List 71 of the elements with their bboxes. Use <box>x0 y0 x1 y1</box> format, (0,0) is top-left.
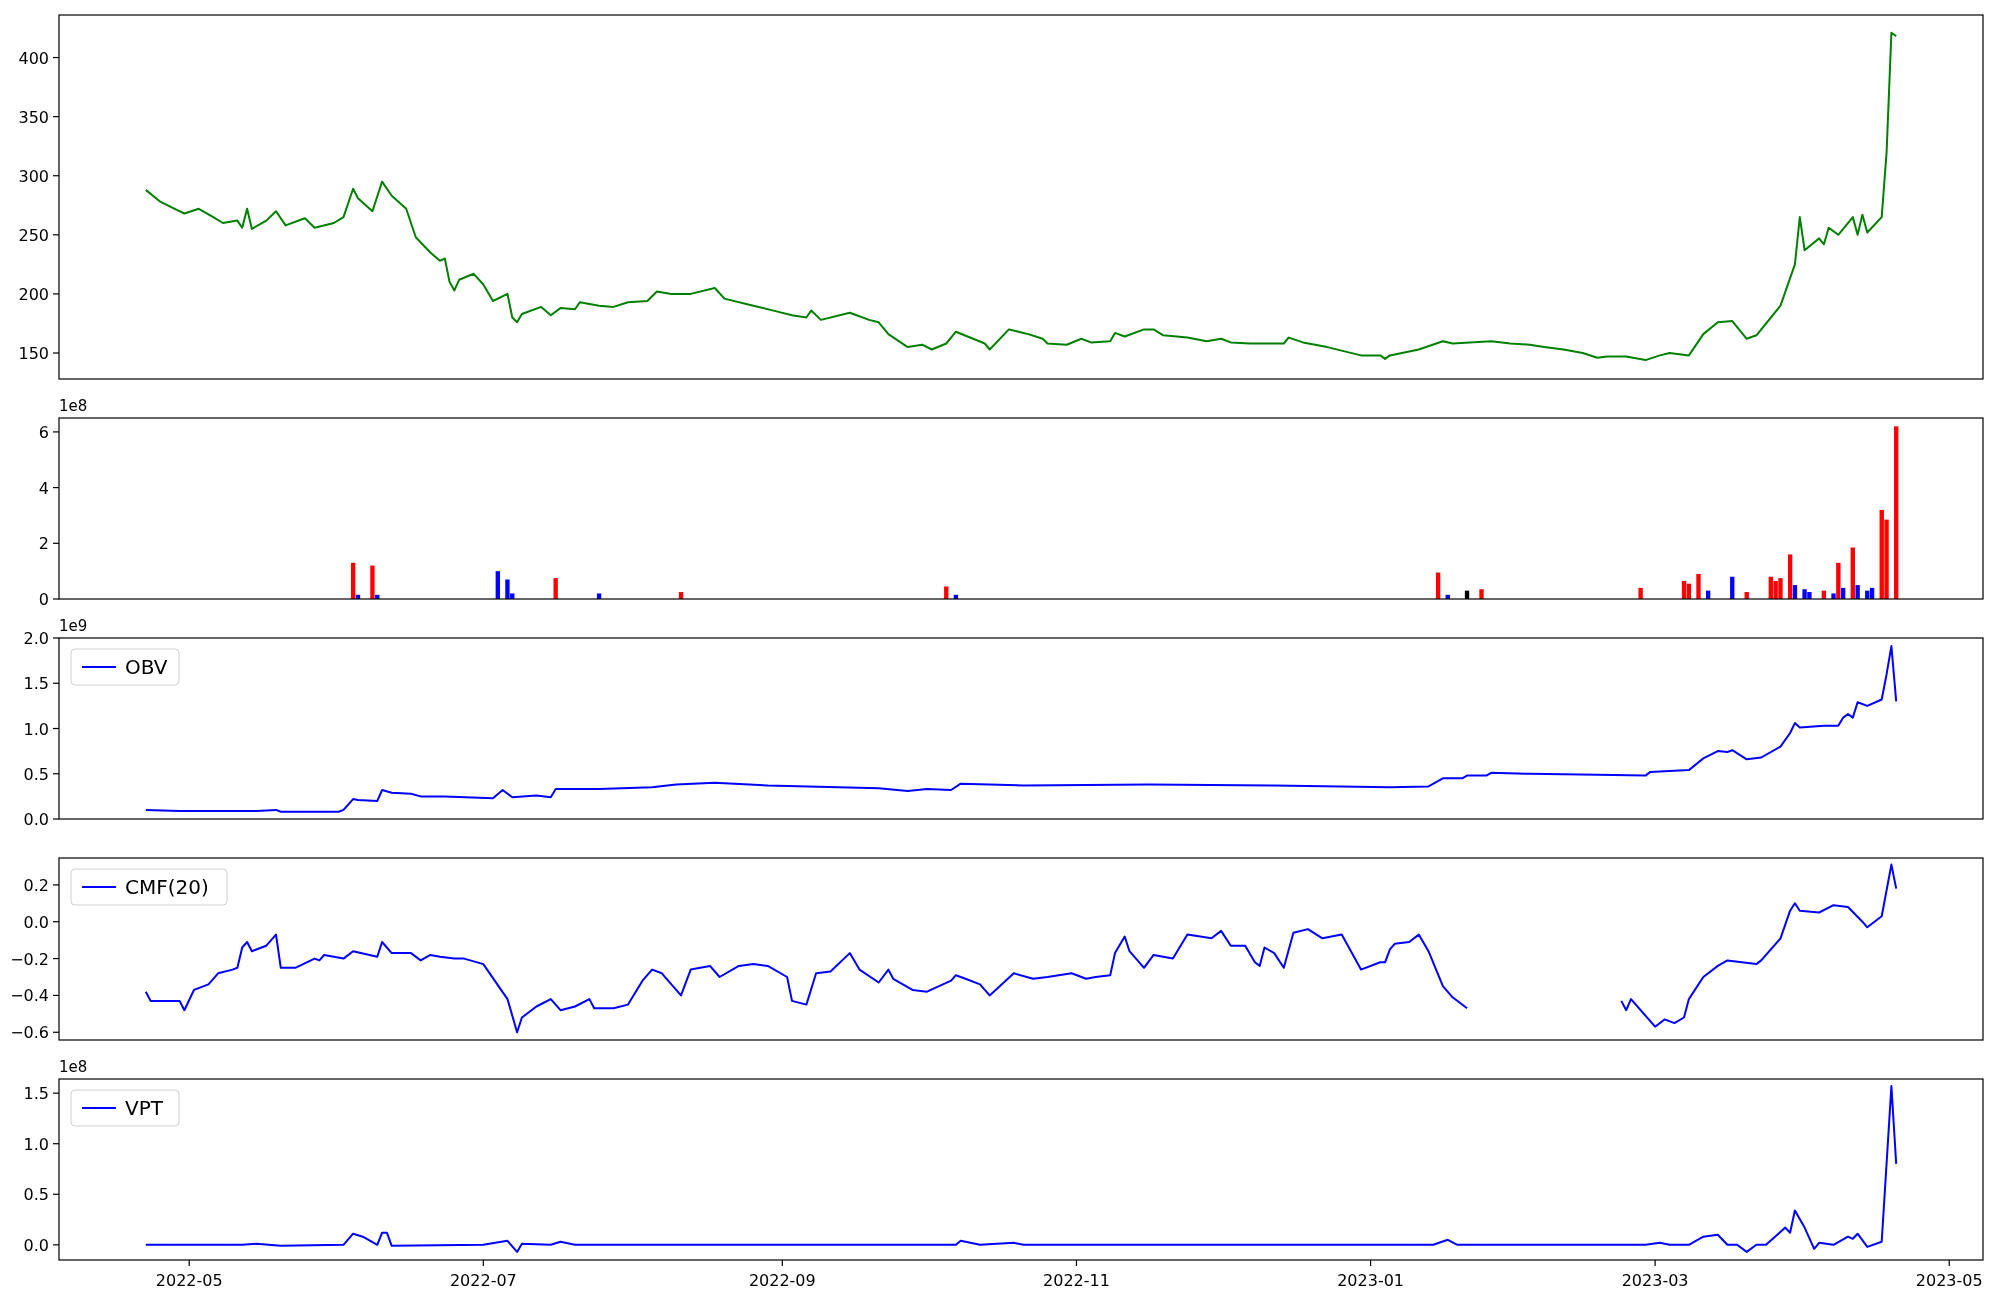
tick-mark <box>52 921 60 923</box>
tick-mark <box>52 234 60 236</box>
legend-label: OBV <box>125 655 168 679</box>
tick-label: 0.0 <box>23 1235 49 1255</box>
tick-mark <box>52 1193 60 1195</box>
tick-mark <box>52 682 60 684</box>
tick-mark <box>52 773 60 775</box>
tick-mark <box>781 1259 783 1267</box>
tick-label: 0.5 <box>23 764 49 784</box>
tick-mark <box>52 727 60 730</box>
tick-label: 300 <box>18 166 49 186</box>
tick-label: 150 <box>18 344 49 363</box>
legend-line-icon <box>81 1107 117 1109</box>
tick-mark <box>52 487 60 489</box>
tick-label: 0 <box>38 590 49 609</box>
offset-label: 1e8 <box>59 1058 88 1076</box>
tick-label: 200 <box>18 284 49 304</box>
tick-label: 1.0 <box>23 719 49 739</box>
tick-label: 6 <box>38 422 49 442</box>
tick-label: 1.0 <box>23 1134 49 1154</box>
tick-mark <box>52 542 60 544</box>
offset-label: 1e8 <box>59 397 88 415</box>
tick-mark <box>52 598 60 600</box>
tick-label: 2023-05 <box>1915 1271 1983 1290</box>
tick-mark <box>1075 1259 1078 1267</box>
tick-mark <box>52 431 60 433</box>
tick-mark <box>52 1031 60 1033</box>
tick-label: −0.2 <box>10 949 49 969</box>
tick-label: −0.6 <box>10 1023 49 1043</box>
tick-label: 0.0 <box>23 912 49 932</box>
tick-label: 2022-11 <box>1043 1271 1110 1290</box>
tick-mark <box>52 352 60 354</box>
tick-label: 0.5 <box>23 1185 49 1205</box>
tick-label: 1.5 <box>23 1084 49 1104</box>
tick-label: 2023-03 <box>1621 1271 1689 1290</box>
tick-mark <box>1370 1259 1372 1267</box>
tick-mark <box>52 116 60 118</box>
tick-mark <box>52 884 60 886</box>
tick-mark <box>52 637 60 639</box>
tick-label: 2 <box>38 534 49 554</box>
tick-label: 4 <box>38 478 49 498</box>
tick-label: 2022-09 <box>748 1271 816 1290</box>
tick-label: 250 <box>18 225 49 245</box>
tick-mark <box>52 1092 60 1094</box>
legend-label: VPT <box>125 1096 163 1120</box>
legend-line-icon <box>81 666 117 668</box>
tick-label: 1.5 <box>23 674 49 694</box>
tick-mark <box>52 293 60 295</box>
tick-label: 350 <box>18 107 49 127</box>
tick-label: 0.2 <box>23 875 49 895</box>
tick-mark <box>52 56 60 59</box>
tick-mark <box>52 994 60 996</box>
tick-mark <box>52 1244 60 1246</box>
tick-label: 2022-05 <box>155 1271 223 1290</box>
tick-mark <box>482 1259 484 1267</box>
tick-label: −0.4 <box>10 986 49 1006</box>
tick-label: 0.0 <box>23 810 49 829</box>
tick-mark <box>188 1259 190 1267</box>
tick-mark <box>1654 1259 1656 1267</box>
offset-label: 1e9 <box>59 617 88 635</box>
tick-label: 2023-01 <box>1337 1271 1405 1290</box>
legend-line-icon <box>81 886 117 888</box>
tick-mark <box>52 958 60 960</box>
tick-label: 2.0 <box>23 629 49 648</box>
tick-label: 400 <box>18 48 49 68</box>
tick-mark <box>52 818 60 820</box>
tick-mark <box>52 1143 60 1145</box>
tick-mark <box>1948 1259 1950 1267</box>
tick-mark <box>52 175 60 177</box>
tick-label: 2022-07 <box>449 1271 517 1290</box>
legend-label: CMF(20) <box>125 875 209 899</box>
